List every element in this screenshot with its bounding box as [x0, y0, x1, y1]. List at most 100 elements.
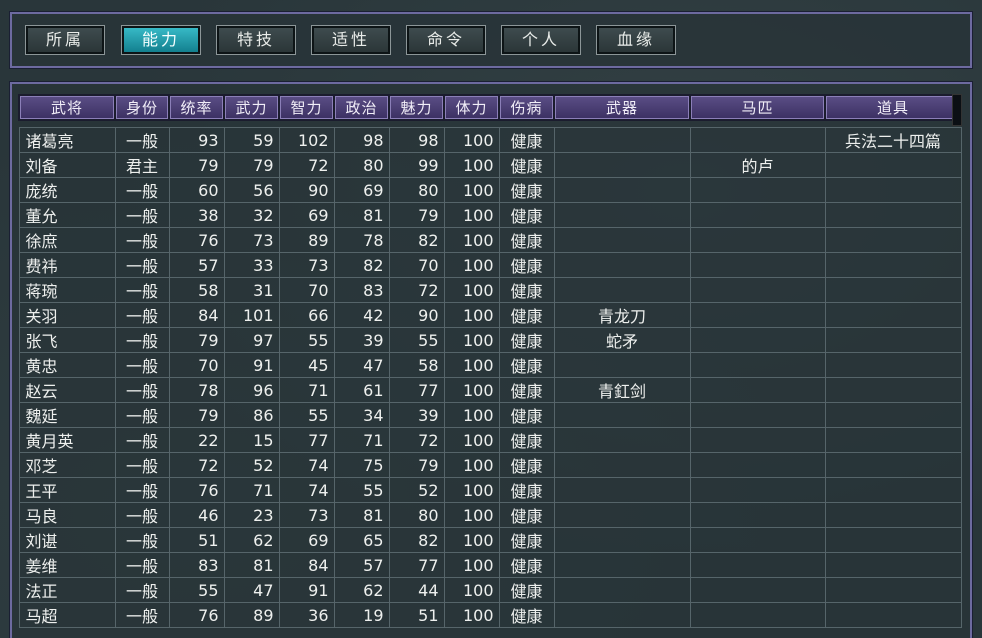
table-cell: 一般: [114, 552, 170, 578]
table-row[interactable]: 赵云 一般 78 96 71 61 77 100 健康 青釭剑: [18, 377, 962, 403]
table-row[interactable]: 黄忠 一般 70 91 45 47 58 100 健康: [18, 352, 962, 378]
table-cell: 健康: [498, 302, 555, 328]
table-cell: 一般: [114, 577, 170, 603]
table-cell: 一般: [114, 302, 170, 328]
table-row[interactable]: 诸葛亮 一般 93 59 102 98 98 100 健康 兵法二十四篇: [18, 127, 962, 153]
table-cell: 38: [168, 202, 225, 228]
table-cell: 84: [168, 302, 225, 328]
table-cell: 一般: [114, 527, 170, 553]
table-row[interactable]: 王平 一般 76 71 74 55 52 100 健康: [18, 477, 962, 503]
table-row[interactable]: 庞统 一般 60 56 90 69 80 100 健康: [18, 177, 962, 203]
tab-4[interactable]: 命令: [406, 25, 486, 55]
table-cell: [689, 302, 826, 328]
table-cell: 蒋琬: [18, 277, 116, 303]
tab-5[interactable]: 个人: [501, 25, 581, 55]
column-header-11[interactable]: 道具: [824, 94, 962, 121]
tab-1[interactable]: 能力: [121, 25, 201, 55]
table-cell: 诸葛亮: [18, 127, 116, 153]
table-row[interactable]: 刘谌 一般 51 62 69 65 82 100 健康: [18, 527, 962, 553]
table-cell: 98: [333, 127, 390, 153]
table-cell: [689, 527, 826, 553]
table-row[interactable]: 马超 一般 76 89 36 19 51 100 健康: [18, 602, 962, 628]
table-cell: [553, 577, 691, 603]
table-cell: [689, 327, 826, 353]
table-row[interactable]: 邓芝 一般 72 52 74 75 79 100 健康: [18, 452, 962, 478]
table-cell: 58: [168, 277, 225, 303]
table-cell: [553, 527, 691, 553]
table-row[interactable]: 蒋琬 一般 58 31 70 83 72 100 健康: [18, 277, 962, 303]
table-cell: 100: [443, 352, 500, 378]
column-header-9[interactable]: 武器: [553, 94, 691, 121]
table-row[interactable]: 马良 一般 46 23 73 81 80 100 健康: [18, 502, 962, 528]
table-cell: [824, 552, 962, 578]
table-cell: 71: [223, 477, 280, 503]
table-cell: 62: [333, 577, 390, 603]
table-cell: [689, 277, 826, 303]
table-cell: [689, 202, 826, 228]
table-cell: 72: [168, 452, 225, 478]
table-cell: 健康: [498, 152, 555, 178]
table-cell: 魏延: [18, 402, 116, 428]
table-row[interactable]: 姜维 一般 83 81 84 57 77 100 健康: [18, 552, 962, 578]
table-row[interactable]: 魏延 一般 79 86 55 34 39 100 健康: [18, 402, 962, 428]
table-cell: [824, 302, 962, 328]
table-row[interactable]: 张飞 一般 79 97 55 39 55 100 健康 蛇矛: [18, 327, 962, 353]
table-cell: [689, 352, 826, 378]
table-cell: 79: [388, 452, 445, 478]
column-header-10[interactable]: 马匹: [689, 94, 826, 121]
table-cell: [553, 127, 691, 153]
table-cell: 86: [223, 402, 280, 428]
table-row[interactable]: 刘备 君主 79 79 72 80 99 100 健康 的卢: [18, 152, 962, 178]
table-cell: 100: [443, 202, 500, 228]
table-cell: [824, 502, 962, 528]
table-cell: [553, 477, 691, 503]
table-cell: 65: [333, 527, 390, 553]
table-cell: 83: [168, 552, 225, 578]
table-cell: 81: [223, 552, 280, 578]
table-cell: [824, 377, 962, 403]
column-header-4[interactable]: 智力: [278, 94, 335, 121]
table-cell: 100: [443, 252, 500, 278]
table-cell: 89: [223, 602, 280, 628]
table-cell: 一般: [114, 502, 170, 528]
table-row[interactable]: 费祎 一般 57 33 73 82 70 100 健康: [18, 252, 962, 278]
column-header-7[interactable]: 体力: [443, 94, 500, 121]
table-row[interactable]: 董允 一般 38 32 69 81 79 100 健康: [18, 202, 962, 228]
table-cell: 100: [443, 577, 500, 603]
vertical-scrollbar[interactable]: [952, 94, 962, 126]
table-row[interactable]: 黄月英 一般 22 15 77 71 72 100 健康: [18, 427, 962, 453]
column-header-1[interactable]: 身份: [114, 94, 170, 121]
table-cell: 78: [333, 227, 390, 253]
table-cell: 51: [388, 602, 445, 628]
table-cell: 黄月英: [18, 427, 116, 453]
tab-2[interactable]: 特技: [216, 25, 296, 55]
table-cell: [824, 577, 962, 603]
table-row[interactable]: 关羽 一般 84 101 66 42 90 100 健康 青龙刀: [18, 302, 962, 328]
table-cell: [553, 427, 691, 453]
column-header-2[interactable]: 统率: [168, 94, 225, 121]
table-cell: 69: [278, 527, 335, 553]
table-cell: 健康: [498, 202, 555, 228]
table-cell: 97: [223, 327, 280, 353]
column-header-0[interactable]: 武将: [18, 94, 116, 121]
table-cell: 82: [388, 527, 445, 553]
table-cell: 74: [278, 477, 335, 503]
table-cell: [689, 252, 826, 278]
table-cell: 健康: [498, 177, 555, 203]
table-row[interactable]: 法正 一般 55 47 91 62 44 100 健康: [18, 577, 962, 603]
tab-0[interactable]: 所属: [25, 25, 105, 55]
table-cell: 黄忠: [18, 352, 116, 378]
table-row[interactable]: 徐庶 一般 76 73 89 78 82 100 健康: [18, 227, 962, 253]
table-cell: 一般: [114, 277, 170, 303]
column-header-3[interactable]: 武力: [223, 94, 280, 121]
tab-3[interactable]: 适性: [311, 25, 391, 55]
table-cell: 100: [443, 402, 500, 428]
table-cell: 57: [168, 252, 225, 278]
tab-6[interactable]: 血缘: [596, 25, 676, 55]
table-cell: [553, 452, 691, 478]
column-header-5[interactable]: 政治: [333, 94, 390, 121]
column-header-6[interactable]: 魅力: [388, 94, 445, 121]
column-header-8[interactable]: 伤病: [498, 94, 555, 121]
table-cell: 56: [223, 177, 280, 203]
table-cell: 一般: [114, 352, 170, 378]
